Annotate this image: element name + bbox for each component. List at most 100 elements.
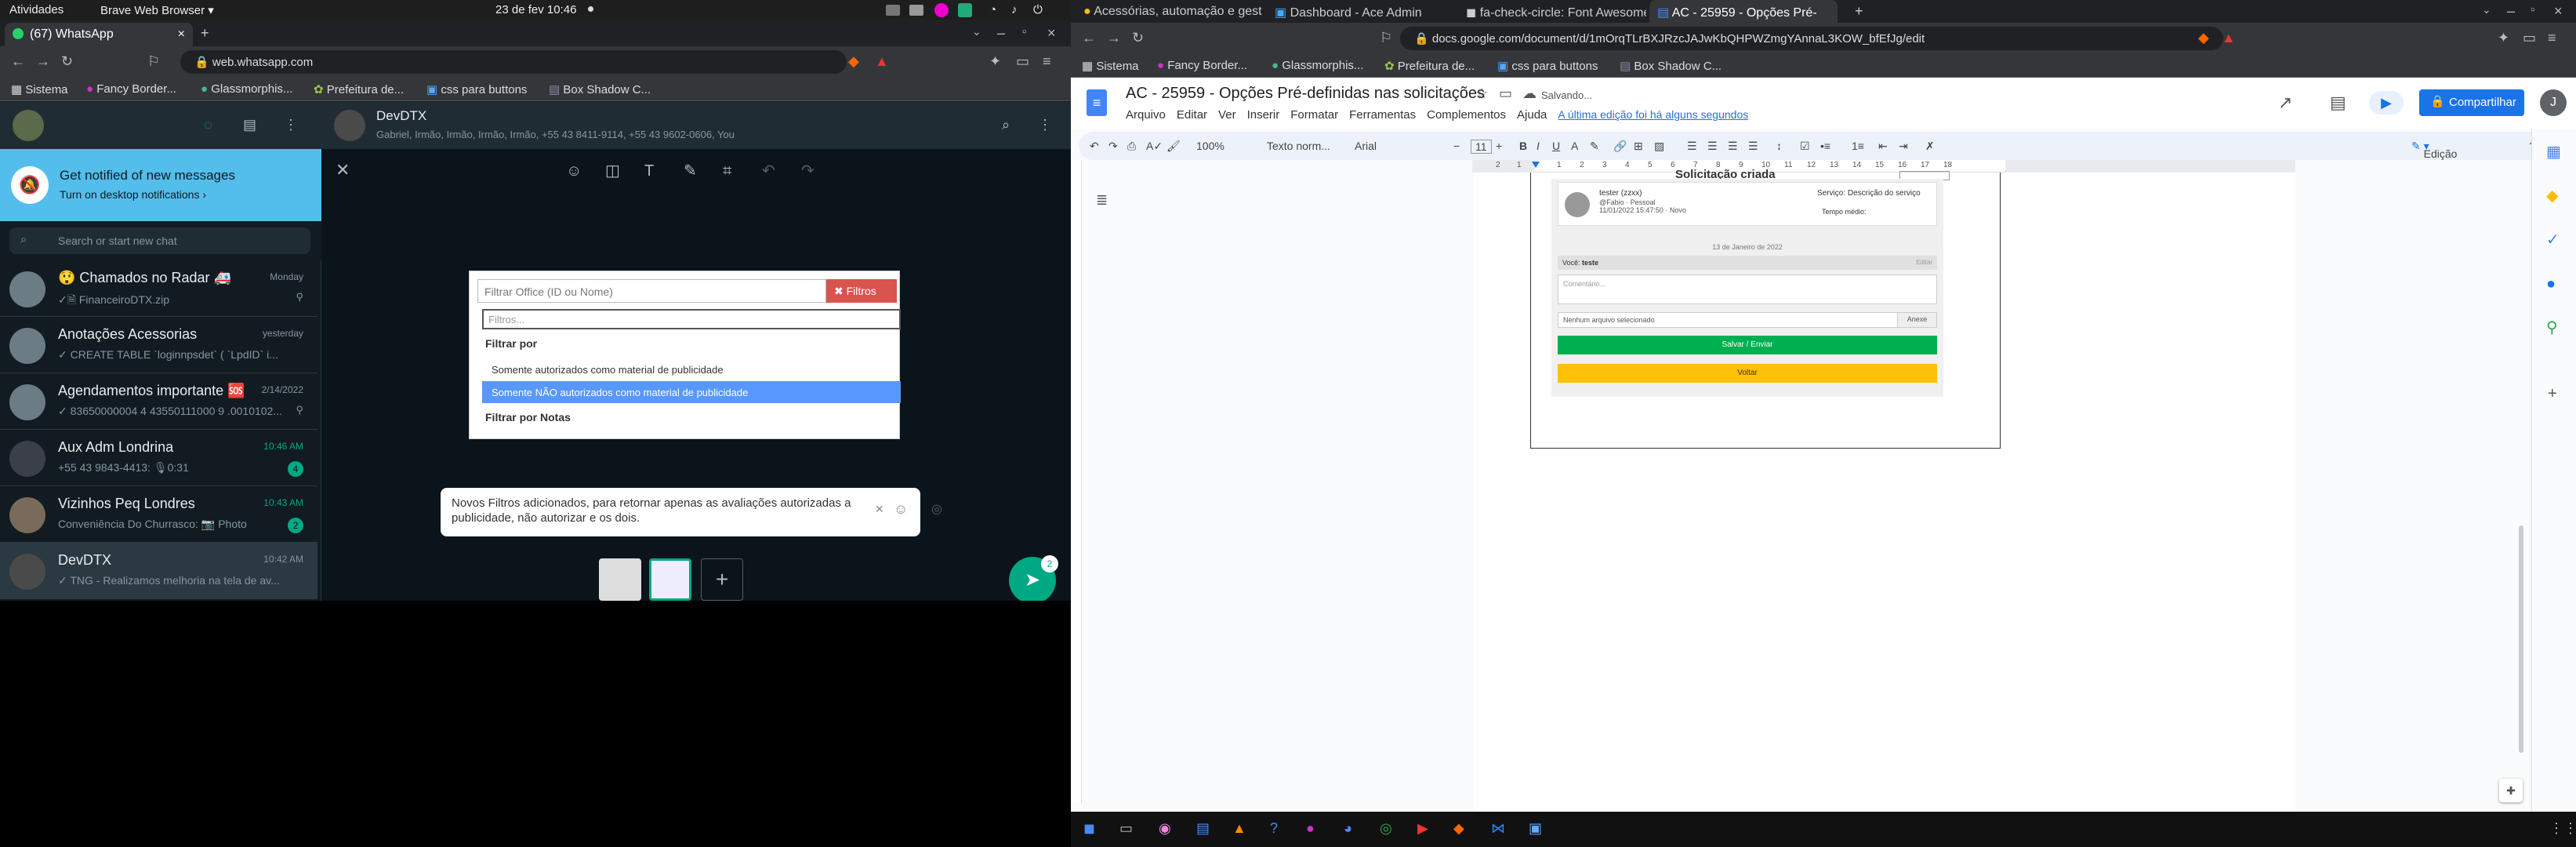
emoji-icon[interactable]: ☺ — [894, 502, 908, 516]
tab-search-icon[interactable]: ⌄ — [2482, 4, 2491, 15]
document-page[interactable]: Solicitação criada tester (zzxx) @Fabio … — [1474, 168, 2295, 812]
wallet-icon[interactable]: ▭ — [2523, 31, 2536, 45]
cloud-sync-icon[interactable]: ☁ — [1522, 86, 1537, 100]
increase-indent-icon[interactable]: ⇥ — [1899, 140, 1908, 153]
app-grid-icon[interactable]: ⋮⋮ — [2549, 821, 2576, 835]
menu-inserir[interactable]: Inserir — [1247, 108, 1280, 122]
calendar-icon[interactable]: ▦ — [2546, 144, 2561, 160]
list-item[interactable]: Aux Adm Londrina +55 43 9843-4413: 🎙0:31 1… — [0, 430, 317, 486]
bookmark-item[interactable]: ✿ Prefeitura de... — [314, 82, 404, 96]
italic-icon[interactable]: I — [1537, 140, 1540, 152]
bookmark-item[interactable]: ● Fancy Border... — [1157, 59, 1247, 72]
tab-active[interactable]: ▤ AC - 25959 - Opções Pré- — [1649, 0, 1838, 24]
comments-icon[interactable]: ▤ — [2330, 94, 2346, 111]
last-edit-link[interactable]: A última edição foi há alguns segundos — [1558, 108, 1748, 121]
menu-icon[interactable]: ⋮ — [284, 118, 298, 132]
bookmark-item[interactable]: ● Glassmorphis... — [201, 82, 292, 96]
editing-mode-select[interactable]: ✎ Edição ▾ — [2411, 140, 2457, 160]
search-icon[interactable]: ⌕ — [1002, 118, 1010, 132]
docs-logo-icon[interactable]: ≡ — [1087, 89, 1107, 116]
power-icon[interactable]: ⏻ — [1033, 3, 1043, 16]
align-left-icon[interactable]: ☰ — [1687, 140, 1697, 153]
align-center-icon[interactable]: ☰ — [1707, 140, 1718, 153]
decrease-indent-icon[interactable]: ⇤ — [1878, 140, 1888, 153]
taskbar-app-icon[interactable]: ◉ — [1159, 821, 1171, 835]
spellcheck-icon[interactable]: A✓ — [1146, 140, 1163, 153]
back-icon[interactable]: ← — [1082, 31, 1096, 45]
menu-ajuda[interactable]: Ajuda — [1517, 108, 1547, 122]
brave-rewards-icon[interactable]: ▲ — [875, 54, 889, 68]
notification-banner[interactable]: 🔕 Get notified of new messages Turn on d… — [0, 149, 321, 221]
menu-icon[interactable]: ≡ — [2548, 31, 2556, 45]
wallet-icon[interactable]: ▭ — [1016, 54, 1029, 68]
bookmark-item[interactable]: ▦ Sistema — [1082, 59, 1139, 73]
bookmark-item[interactable]: ▣ css para buttons — [1497, 59, 1598, 73]
line-spacing-icon[interactable]: ↕ — [1776, 140, 1782, 152]
document-title[interactable]: AC - 25959 - Opções Pré-definidas nas so… — [1126, 85, 1485, 103]
list-item[interactable]: Vizinhos Peq Londres Conveniência Do Chur… — [0, 486, 317, 543]
menu-formatar[interactable]: Formatar — [1290, 108, 1338, 122]
list-item[interactable]: Agendamentos importante 🆘 ✓ 83650000004 4… — [0, 373, 317, 430]
list-item[interactable]: DevDTX ✓ TNG - Realizamos melhoria na tel… — [0, 543, 317, 599]
crop-icon[interactable]: ⌗ — [723, 163, 731, 179]
avatar[interactable] — [13, 110, 44, 141]
tab-whatsapp[interactable]: (67) WhatsApp × — [5, 23, 193, 46]
account-avatar[interactable]: J — [2540, 89, 2567, 116]
view-once-icon[interactable]: ◎ — [931, 503, 942, 516]
bookmark-item[interactable]: ✿ Prefeitura de... — [1384, 59, 1475, 73]
wifi-icon[interactable]: ◔ — [989, 3, 996, 16]
text-color-icon[interactable]: A — [1571, 140, 1578, 152]
taskbar-app-icon[interactable]: ▣ — [1529, 821, 1542, 835]
scrollbar-thumb[interactable] — [2519, 525, 2523, 753]
maximize-icon[interactable]: ▫ — [1022, 26, 1026, 38]
zoom-select[interactable]: 100% — [1196, 140, 1225, 152]
tray-icon[interactable] — [886, 5, 900, 16]
chat-header[interactable]: DevDTX Gabriel, Irmão, Irmão, Irmão, Irm… — [321, 102, 1071, 149]
taskbar-app-icon[interactable]: ▶ — [1417, 821, 1428, 835]
close-icon[interactable]: ✕ — [336, 162, 350, 179]
close-tab-icon[interactable]: × — [178, 27, 185, 42]
font-size-increase-icon[interactable]: + — [1496, 140, 1502, 152]
ruler[interactable]: 2 1 1 2 3 4 5 6 7 8 9 10 11 12 13 14 15 … — [1472, 160, 2295, 173]
brave-taskbar-icon[interactable]: ◆ — [1453, 821, 1464, 835]
undo-icon[interactable]: ↶ — [1090, 140, 1099, 153]
checklist-icon[interactable]: ☑ — [1800, 140, 1810, 153]
taskbar-app-icon[interactable]: ▲ — [1232, 821, 1246, 835]
address-bar[interactable]: 🔒 docs.google.com/document/d/1mOrqTLrBXJ… — [1400, 27, 2223, 50]
keep-icon[interactable]: ◆ — [2546, 188, 2558, 204]
activity-icon[interactable]: ↗ — [2278, 94, 2292, 111]
discord-icon[interactable]: ◕ — [1344, 821, 1352, 835]
notify-link[interactable]: Turn on desktop notifications › — [60, 188, 206, 201]
back-icon[interactable]: ← — [11, 54, 25, 68]
link-icon[interactable]: 🔗 — [1613, 140, 1627, 153]
tray-icon[interactable] — [934, 3, 949, 17]
list-item[interactable]: 😲 Chamados no Radar 🚑 ✓🗎 FinanceiroDTX.zi… — [0, 260, 317, 317]
menu-ferramentas[interactable]: Ferramentas — [1349, 108, 1416, 122]
justify-icon[interactable]: ☰ — [1748, 140, 1758, 153]
brave-rewards-icon[interactable]: ▲ — [2222, 31, 2236, 45]
font-select[interactable]: Arial — [1355, 140, 1377, 152]
list-item[interactable]: Anotações Acessorias ✓ CREATE TABLE `logi… — [0, 317, 317, 373]
numbered-list-icon[interactable]: 1≡ — [1852, 140, 1864, 152]
tab[interactable]: ● Acessórias, automação e gest — [1076, 0, 1264, 24]
taskbar-app-icon[interactable]: ● — [1306, 821, 1315, 835]
minimize-icon[interactable]: – — [997, 26, 1005, 40]
files-icon[interactable]: ▭ — [1119, 821, 1133, 835]
move-folder-icon[interactable]: ▭ — [1499, 86, 1512, 100]
clear-icon[interactable]: ✕ — [875, 503, 884, 514]
extensions-icon[interactable]: ✦ — [2498, 31, 2509, 45]
image-icon[interactable]: ▨ — [1654, 140, 1664, 153]
bookmark-item[interactable]: ▤ Box Shadow C... — [1620, 59, 1722, 73]
reload-icon[interactable]: ↻ — [1132, 31, 1144, 45]
align-right-icon[interactable]: ☰ — [1728, 140, 1738, 153]
vscode-icon[interactable]: ⋈ — [1491, 821, 1505, 835]
bookmark-item[interactable]: ● Fancy Border... — [86, 82, 176, 96]
maps-icon[interactable]: ⚲ — [2546, 320, 2558, 336]
explore-icon[interactable]: ✚ — [2499, 779, 2523, 802]
new-chat-icon[interactable]: ▤ — [243, 118, 256, 132]
caption-input[interactable]: Novos Filtros adicionados, para retornar… — [441, 488, 920, 536]
comment-icon[interactable]: ⊞ — [1634, 140, 1643, 153]
underline-icon[interactable]: U — [1552, 140, 1560, 152]
chrome-icon[interactable]: ◎ — [1380, 821, 1392, 835]
docs-taskbar-icon[interactable]: ▤ — [1196, 821, 1210, 835]
